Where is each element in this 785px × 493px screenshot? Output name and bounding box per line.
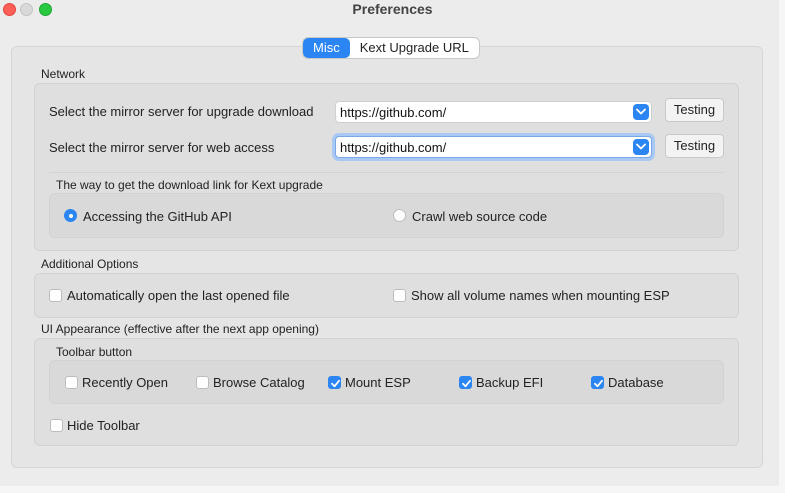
window-title: Preferences [352, 1, 433, 17]
testing-web-mirror-button[interactable]: Testing [665, 134, 724, 158]
tab-kext-upgrade-url[interactable]: Kext Upgrade URL [350, 38, 479, 58]
upgrade-mirror-label: Select the mirror server for upgrade dow… [49, 104, 314, 119]
checkbox-recently-open-label: Recently Open [82, 375, 168, 390]
toolbar-button-label: Toolbar button [56, 345, 133, 359]
checkmark-icon [462, 379, 471, 388]
checkbox-backup-efi[interactable] [459, 376, 472, 389]
web-mirror-value: https://github.com/ [340, 140, 447, 155]
checkmark-icon [331, 379, 340, 388]
checkbox-open-last-file[interactable] [49, 289, 62, 302]
checkbox-hide-toolbar[interactable] [50, 419, 63, 432]
checkbox-mount-esp-label: Mount ESP [345, 375, 411, 390]
checkmark-icon [594, 379, 603, 388]
divider [49, 172, 723, 173]
radio-crawl-web-source-label: Crawl web source code [412, 209, 548, 224]
radio-github-api-label: Accessing the GitHub API [83, 209, 232, 224]
window-edge [779, 0, 785, 493]
checkbox-browse-catalog[interactable] [196, 376, 209, 389]
checkbox-open-last-file-label: Automatically open the last opened file [67, 288, 290, 303]
upgrade-mirror-value: https://github.com/ [340, 105, 447, 120]
checkbox-show-volume-names[interactable] [393, 289, 406, 302]
title-bar: Preferences [0, 0, 785, 22]
chevron-down-icon[interactable] [633, 139, 649, 155]
checkbox-browse-catalog-label: Browse Catalog [213, 375, 305, 390]
checkbox-backup-efi-label: Backup EFI [476, 375, 544, 390]
tab-bar: Misc Kext Upgrade URL [303, 38, 479, 58]
checkbox-database[interactable] [591, 376, 604, 389]
checkbox-hide-toolbar-label: Hide Toolbar [67, 418, 140, 433]
chevron-down-icon[interactable] [633, 104, 649, 120]
additional-options-label: Additional Options [41, 257, 139, 271]
radio-github-api[interactable] [64, 209, 77, 222]
checkbox-mount-esp[interactable] [328, 376, 341, 389]
upgrade-mirror-combobox[interactable]: https://github.com/ [335, 101, 652, 123]
tab-misc[interactable]: Misc [303, 38, 350, 58]
window-bottom-edge [0, 486, 785, 493]
checkbox-recently-open[interactable] [65, 376, 78, 389]
radio-crawl-web-source[interactable] [393, 209, 406, 222]
checkbox-database-label: Database [608, 375, 664, 390]
ui-appearance-label: UI Appearance (effective after the next … [41, 322, 319, 336]
web-mirror-combobox[interactable]: https://github.com/ [335, 136, 652, 158]
kext-link-label: The way to get the download link for Kex… [56, 178, 323, 192]
network-section-label: Network [41, 67, 86, 81]
testing-upgrade-mirror-button[interactable]: Testing [665, 98, 724, 122]
checkbox-show-volume-names-label: Show all volume names when mounting ESP [411, 288, 670, 303]
web-mirror-label: Select the mirror server for web access [49, 140, 275, 155]
